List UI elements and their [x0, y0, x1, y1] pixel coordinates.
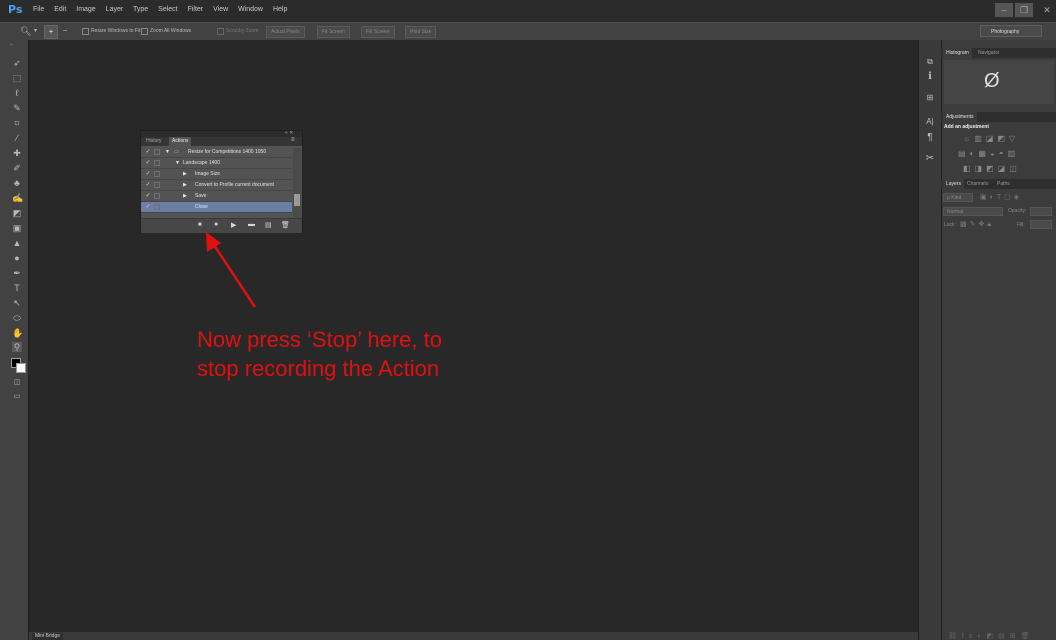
annotation-text: Now press ‘Stop’ here, to stop recording… [197, 325, 442, 383]
arrow-head [206, 232, 221, 252]
annotation-arrow [206, 232, 257, 308]
annotation-line-2: stop recording the Action [197, 356, 440, 381]
arrow-shaft [210, 241, 257, 308]
annotation-line-1: Now press ‘Stop’ here, to [197, 327, 442, 352]
